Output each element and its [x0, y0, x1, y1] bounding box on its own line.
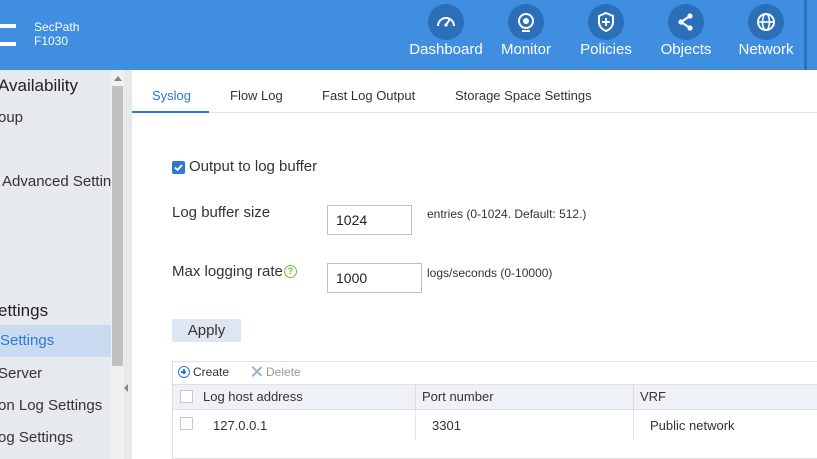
sidebar-item-log-settings-active[interactable]: Settings	[0, 325, 111, 357]
column-separator	[633, 385, 634, 411]
row-checkbox[interactable]	[180, 417, 193, 430]
monitor-eye-icon	[508, 4, 544, 40]
sidebar: Availability oup Advanced Settin ettings…	[0, 70, 111, 459]
plus-circle-icon	[178, 366, 190, 378]
sidebar-item-advanced-settings[interactable]: Advanced Settin	[2, 173, 111, 190]
sidebar-item-server[interactable]: Server	[0, 365, 42, 382]
output-to-log-buffer-label: Output to log buffer	[189, 158, 318, 175]
scroll-up-arrow-icon[interactable]	[114, 76, 122, 81]
nav-policies-label: Policies	[580, 41, 632, 58]
nav-monitor[interactable]: Monitor	[486, 0, 566, 70]
column-header-log-host-address[interactable]: Log host address	[203, 389, 303, 404]
sidebar-item-log-settings-group[interactable]: ettings	[0, 301, 48, 321]
cell-separator	[415, 410, 416, 440]
help-icon[interactable]: ?	[283, 265, 297, 278]
share-nodes-icon	[668, 4, 704, 40]
nav-policies[interactable]: Policies	[566, 0, 646, 70]
create-button[interactable]: Create	[178, 365, 229, 379]
log-host-table: Create Delete Log host address Port numb…	[172, 361, 817, 459]
dashboard-gauge-icon	[428, 4, 464, 40]
sidebar-item-high-availability[interactable]: Availability	[0, 76, 78, 96]
product-line-2: F1030	[34, 34, 69, 48]
brand-logo-icon	[0, 24, 16, 46]
create-label: Create	[193, 365, 230, 379]
tab-flow-log[interactable]: Flow Log	[230, 88, 283, 103]
sidebar-scroll-thumb[interactable]	[112, 86, 123, 366]
nav-monitor-label: Monitor	[500, 41, 552, 58]
cell-separator	[633, 410, 634, 440]
max-logging-rate-field: Max logging rate?	[172, 263, 297, 280]
product-line-1: SecPath	[34, 20, 80, 34]
tab-fast-log-output[interactable]: Fast Log Output	[322, 88, 415, 103]
nav-network[interactable]: Network	[726, 0, 806, 70]
log-buffer-size-hint: entries (0-1024. Default: 512.)	[427, 207, 587, 221]
delete-x-icon	[251, 366, 262, 377]
delete-button[interactable]: Delete	[251, 365, 301, 379]
shield-plus-icon	[588, 4, 624, 40]
max-logging-rate-hint: logs/seconds (0-10000)	[427, 266, 553, 280]
table-toolbar: Create Delete	[173, 362, 817, 384]
nav-dashboard-label: Dashboard	[409, 41, 483, 58]
sidebar-item-session-log-settings[interactable]: on Log Settings	[0, 397, 102, 414]
sidebar-splitter[interactable]	[124, 70, 132, 459]
table-header: Log host address Port number VRF	[173, 384, 817, 411]
main-content: Syslog Flow Log Fast Log Output Storage …	[132, 70, 817, 459]
cell-log-host-address: 127.0.0.1	[213, 418, 268, 433]
nav-objects[interactable]: Objects	[646, 0, 726, 70]
sidebar-item-other-log-settings[interactable]: og Settings	[0, 429, 73, 446]
cell-vrf: Public network	[650, 418, 735, 433]
sidebar-item-group[interactable]: oup	[0, 109, 23, 126]
nav-dashboard[interactable]: Dashboard	[406, 0, 486, 70]
apply-button[interactable]: Apply	[172, 319, 241, 342]
table-row[interactable]: 127.0.0.1 3301 Public network	[173, 410, 817, 440]
header-divider	[804, 0, 807, 70]
cell-port-number: 3301	[432, 418, 461, 433]
top-header: SecPath F1030 Dashboard Monitor Policies…	[0, 0, 817, 70]
output-to-log-buffer-checkbox[interactable]	[172, 161, 185, 174]
column-header-vrf[interactable]: VRF	[640, 389, 666, 404]
nav-objects-label: Objects	[660, 41, 712, 58]
product-name: SecPath F1030	[34, 20, 79, 48]
tab-storage-space-settings[interactable]: Storage Space Settings	[455, 88, 592, 103]
tab-bar: Syslog Flow Log Fast Log Output Storage …	[132, 80, 817, 113]
log-buffer-size-label: Log buffer size	[172, 204, 271, 221]
active-tab-underline	[132, 111, 209, 113]
delete-label: Delete	[266, 365, 301, 379]
globe-icon	[748, 4, 784, 40]
collapse-left-arrow-icon[interactable]	[124, 384, 128, 392]
log-buffer-size-input[interactable]: 1024	[327, 205, 412, 235]
column-header-port-number[interactable]: Port number	[422, 389, 494, 404]
max-logging-rate-input[interactable]: 1000	[327, 263, 422, 293]
tab-syslog[interactable]: Syslog	[152, 88, 191, 103]
select-all-checkbox[interactable]	[180, 390, 193, 403]
max-logging-rate-label: Max logging rate	[172, 263, 283, 280]
nav-network-label: Network	[738, 41, 794, 58]
column-separator	[415, 385, 416, 411]
